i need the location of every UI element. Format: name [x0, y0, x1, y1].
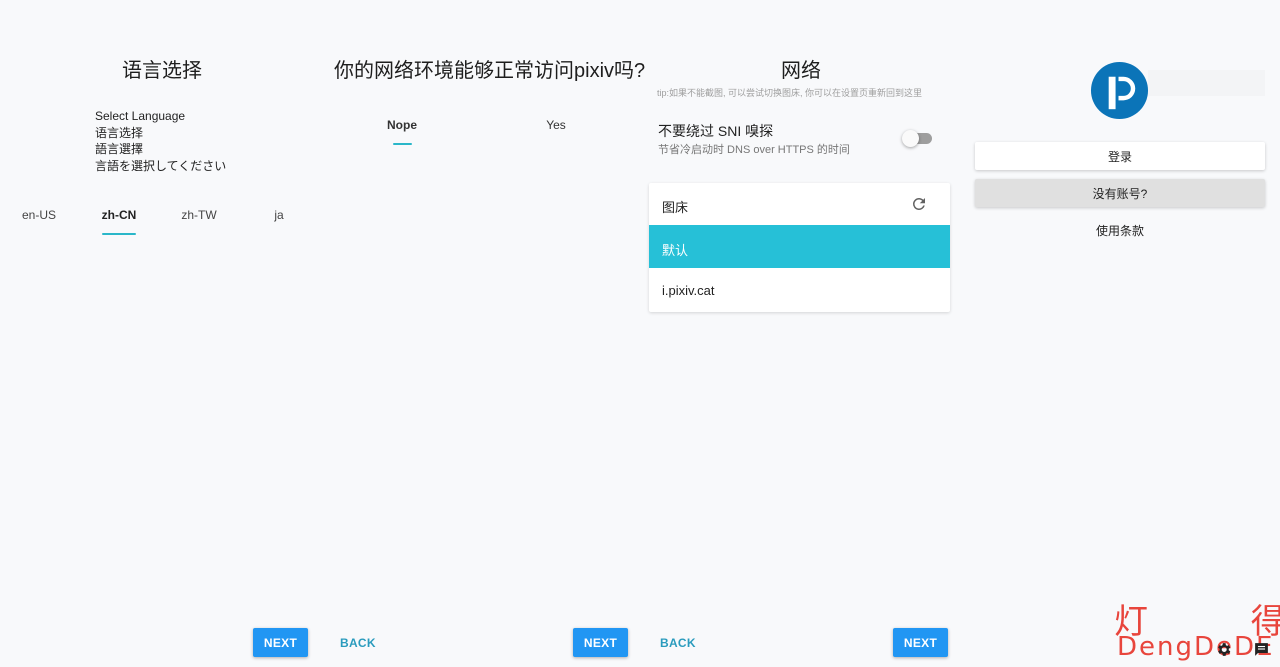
language-description: Select Language 语言选择 語言選擇 言語を選択してください [95, 108, 226, 174]
network-tip: tip:如果不能截图, 可以尝试切换图床, 你可以在设置页重新回到这里 [657, 88, 923, 98]
back-button[interactable]: BACK [660, 628, 696, 657]
option-nope[interactable]: Nope [372, 118, 432, 132]
image-host-header: 图床 [649, 183, 950, 225]
tab-ja[interactable]: ja [249, 208, 309, 222]
option-yes[interactable]: Yes [526, 118, 586, 132]
login-panel: 登录 没有账号? 使用条款 [960, 0, 1280, 667]
refresh-icon[interactable] [910, 195, 928, 213]
next-button[interactable]: NEXT [893, 628, 948, 657]
tab-zh-cn[interactable]: zh-CN [89, 208, 149, 222]
back-button[interactable]: BACK [340, 628, 376, 657]
language-panel: 语言选择 Select Language 语言选择 語言選擇 言語を選択してくだ… [0, 0, 320, 667]
gear-icon[interactable] [1215, 641, 1232, 658]
image-host-default[interactable]: 默认 [649, 225, 950, 268]
sni-setting-subtitle: 节省冷启动时 DNS over HTTPS 的时间 [658, 144, 850, 156]
language-line: 语言选择 [95, 125, 144, 140]
language-line: 語言選擇 [95, 142, 144, 156]
login-button[interactable]: 登录 [975, 142, 1265, 170]
tab-indicator [102, 233, 136, 235]
image-host-label: 图床 [662, 200, 689, 215]
network-title: 网络 [781, 60, 821, 82]
sni-setting-title: 不要绕过 SNI 嗅探 [658, 123, 774, 139]
tab-en-us[interactable]: en-US [9, 208, 69, 222]
network-panel: 网络 tip:如果不能截图, 可以尝试切换图床, 你可以在设置页重新回到这里 不… [640, 0, 960, 667]
tab-zh-tw[interactable]: zh-TW [169, 208, 229, 222]
access-panel: 你的网络环境能够正常访问pixiv吗? Nope Yes BACK NEXT [320, 0, 645, 667]
image-host-pixiv-cat-label: i.pixiv.cat [662, 283, 715, 298]
next-button[interactable]: NEXT [573, 628, 628, 657]
next-button[interactable]: NEXT [253, 628, 308, 657]
language-line: Select Language [95, 109, 186, 123]
access-title: 你的网络环境能够正常访问pixiv吗? [334, 60, 646, 82]
chat-icon[interactable] [1253, 641, 1270, 658]
terms-link[interactable]: 使用条款 [975, 222, 1265, 239]
no-account-button[interactable]: 没有账号? [975, 179, 1265, 207]
language-line: 言語を選択してください [95, 158, 227, 173]
sni-toggle-knob[interactable] [902, 130, 919, 147]
option-indicator [393, 143, 412, 145]
image-host-default-label: 默认 [662, 243, 689, 258]
watermark-en: DengDeDE [1117, 632, 1275, 662]
app-logo-icon [1090, 61, 1149, 120]
language-title: 语言选择 [122, 60, 202, 82]
image-host-card: 图床 默认 i.pixiv.cat [649, 183, 950, 312]
image-host-pixiv-cat[interactable]: i.pixiv.cat [649, 268, 950, 312]
logo-backdrop [1148, 70, 1265, 96]
